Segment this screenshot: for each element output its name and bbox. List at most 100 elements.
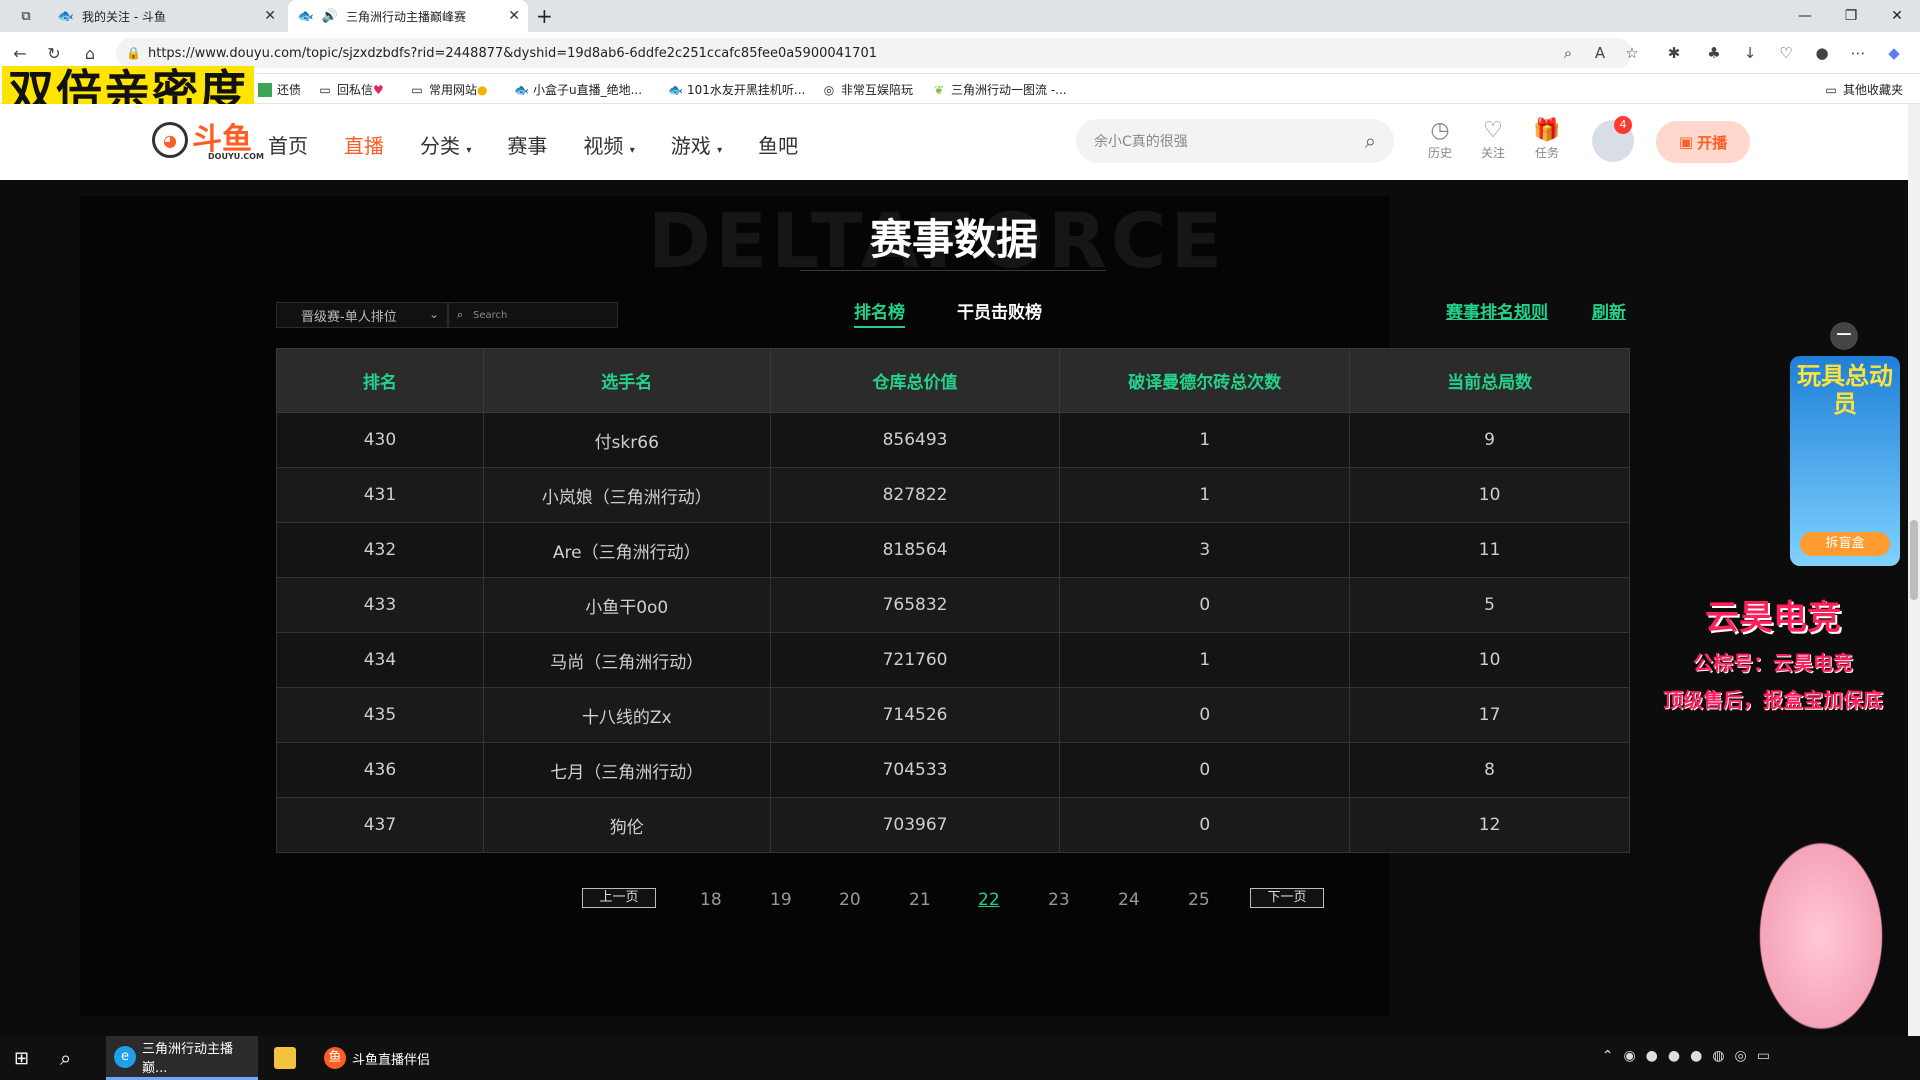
col-decode-count: 破译曼德尔砖总次数 (1059, 348, 1351, 413)
windows-start-icon[interactable]: ⊞ (14, 1048, 29, 1069)
table-row: 432 Are（三角洲行动） 818564 3 11 (276, 522, 1630, 578)
zoom-icon[interactable]: ⌕ (1556, 41, 1580, 65)
favorite-star-icon[interactable]: ☆ (1620, 41, 1644, 65)
prev-page-button[interactable]: 上一页 (582, 888, 656, 908)
taskbar-file-explorer[interactable] (266, 1036, 310, 1080)
page-link[interactable]: 19 (770, 890, 792, 910)
douyu-favicon-icon: 🐟 (668, 82, 683, 97)
nav-games[interactable]: 游戏 ▾ (671, 130, 722, 159)
nav-category[interactable]: 分类 ▾ (420, 130, 471, 159)
history-button[interactable]: ◷ 历史 (1420, 118, 1460, 161)
tab-close-icon[interactable]: ✕ (264, 8, 276, 24)
ranking-table: 排名 选手名 仓库总价值 破译曼德尔砖总次数 当前总局数 430 付skr66 85… (276, 348, 1630, 853)
search-icon[interactable]: ⌕ (60, 1046, 71, 1070)
close-window-icon[interactable]: ✕ (1874, 0, 1920, 32)
search-icon: ⌕ (457, 308, 464, 321)
col-rank: 排名 (276, 348, 484, 413)
site-search-input[interactable]: 余小C真的很强 ⌕ (1076, 119, 1394, 163)
nav-live[interactable]: 直播 (344, 130, 384, 159)
tab-event[interactable]: 🐟 🔊 三角洲行动主播巅峰赛 ✕ (288, 0, 528, 32)
url-text: https://www.douyu.com/topic/sjzxdzbdfs?r… (148, 45, 877, 61)
stage-select[interactable]: 晋级赛-单人排位 ⌄ (276, 302, 448, 328)
home-icon[interactable]: ⌂ (78, 41, 102, 65)
bookmark-item[interactable]: 还债 (258, 81, 301, 98)
follow-button[interactable]: ♡ 关注 (1473, 118, 1513, 161)
bookmark-item[interactable]: 🐟 小盒子u直播_绝地... (514, 81, 642, 98)
tray-app-icon[interactable]: ● (1690, 1048, 1702, 1064)
folder-icon: ▭ (411, 82, 423, 97)
tab-ranking[interactable]: 排名榜 (854, 298, 905, 328)
restore-icon[interactable]: ❐ (1828, 0, 1874, 32)
table-row: 435 十八线的Zx 714526 0 17 (276, 687, 1630, 743)
page-link-current[interactable]: 22 (978, 890, 1000, 910)
tab-operator-kills[interactable]: 干员击败榜 (957, 298, 1042, 323)
nav-video[interactable]: 视频 ▾ (583, 130, 634, 159)
taskbar-edge-window[interactable]: e 三角洲行动主播巅... (106, 1036, 258, 1080)
leaf-icon: ❦ (933, 82, 945, 97)
tray-app-icon[interactable]: ◎ (1735, 1048, 1747, 1064)
speaker-icon[interactable]: 🔊 (322, 8, 338, 24)
reload-icon[interactable]: ↻ (42, 41, 66, 65)
nav-events[interactable]: 赛事 (507, 130, 547, 159)
blind-box-promo[interactable]: 玩具总动员 拆盲盒 (1790, 356, 1900, 566)
bookmark-item[interactable]: ◎ 非常互娱陪玩 (822, 81, 913, 98)
taskbar-douyu-companion[interactable]: 鱼斗鱼直播伴侣 (316, 1036, 466, 1080)
other-bookmarks[interactable]: ▭ 其他收藏夹 (1824, 81, 1903, 98)
games-icon[interactable]: ♣ (1702, 41, 1726, 65)
bookmark-folder[interactable]: ▭ 回私信 ♥ (318, 81, 383, 98)
tab-my-follow[interactable]: 🐟 我的关注 - 斗鱼 ✕ (48, 0, 284, 32)
read-aloud-icon[interactable]: A (1588, 41, 1612, 65)
collapse-widget-icon[interactable]: − (1830, 322, 1858, 350)
search-icon[interactable]: ⌕ (1365, 129, 1376, 153)
page-link[interactable]: 21 (909, 890, 931, 910)
table-row: 430 付skr66 856493 1 9 (276, 412, 1630, 468)
copilot-icon[interactable]: ◆ (1882, 41, 1906, 65)
new-tab-button[interactable]: + (536, 0, 560, 32)
tray-app-icon[interactable]: ● (1646, 1048, 1658, 1064)
streamer-name: 云昊电竞 (1705, 598, 1841, 638)
refresh-link[interactable]: 刷新 (1592, 298, 1626, 323)
start-live-button[interactable]: ▣ 开播 (1656, 121, 1750, 163)
bookmark-folder[interactable]: ▭ 常用网站 ● (410, 81, 487, 98)
page-link[interactable]: 24 (1118, 890, 1140, 910)
tab-close-icon[interactable]: ✕ (508, 8, 520, 24)
profile-icon[interactable]: ● (1810, 41, 1834, 65)
douyu-logo[interactable]: ◕ 斗鱼 DOUYU.COM (152, 122, 264, 161)
camera-icon: ▣ (1678, 133, 1694, 151)
tray-expand-icon[interactable]: ⌃ (1602, 1048, 1614, 1064)
page-link[interactable]: 25 (1188, 890, 1210, 910)
page-link[interactable]: 18 (700, 890, 722, 910)
url-field[interactable]: 🔒 https://www.douyu.com/topic/sjzxdzbdfs… (116, 38, 1632, 68)
minimize-icon[interactable]: — (1782, 0, 1828, 32)
wechat-icon[interactable]: ◍ (1712, 1048, 1724, 1064)
page-link[interactable]: 20 (839, 890, 861, 910)
bookmark-item[interactable]: ❦ 三角洲行动一图流 -... (932, 81, 1067, 98)
ranking-rules-link[interactable]: 赛事排名规则 (1446, 298, 1548, 323)
bookmark-item[interactable]: 🐟 101水友开黑挂机听... (668, 81, 805, 98)
page-link[interactable]: 23 (1048, 890, 1070, 910)
more-icon[interactable]: ⋯ (1846, 41, 1870, 65)
open-blind-box-button[interactable]: 拆盲盒 (1800, 532, 1890, 556)
table-row: 437 狗伦 703967 0 12 (276, 797, 1630, 853)
nav-home[interactable]: 首页 (268, 130, 308, 159)
steam-icon[interactable]: ◉ (1623, 1048, 1635, 1064)
next-page-button[interactable]: 下一页 (1250, 888, 1324, 908)
douyu-favicon-icon: 🐟 (297, 8, 315, 24)
caret-down-icon: ▾ (466, 145, 472, 156)
scrollbar-thumb[interactable] (1910, 520, 1918, 600)
extensions-icon[interactable]: ✱ (1662, 41, 1686, 65)
task-button[interactable]: 🎁 任务 (1527, 118, 1567, 161)
title-divider (800, 270, 1106, 271)
nav-fishbar[interactable]: 鱼吧 (758, 130, 798, 159)
bookmark-icon (258, 82, 272, 97)
tab-actions-icon[interactable]: ⧉ (8, 0, 44, 32)
back-icon[interactable]: ← (8, 41, 32, 65)
site-header: ◕ 斗鱼 DOUYU.COM 首页 直播 分类 ▾ 赛事 视频 ▾ 游戏 ▾ 鱼… (0, 104, 1908, 180)
player-search-input[interactable]: ⌕ Search (448, 302, 618, 328)
download-icon[interactable]: ↓ (1738, 41, 1762, 65)
tray-app-icon[interactable]: ● (1668, 1048, 1680, 1064)
edge-icon: e (114, 1045, 136, 1068)
health-icon[interactable]: ♡ (1774, 41, 1798, 65)
pagination: 上一页 18 19 20 21 22 23 24 25 下一页 (0, 888, 1908, 910)
network-icon[interactable]: ▭ (1757, 1048, 1770, 1064)
